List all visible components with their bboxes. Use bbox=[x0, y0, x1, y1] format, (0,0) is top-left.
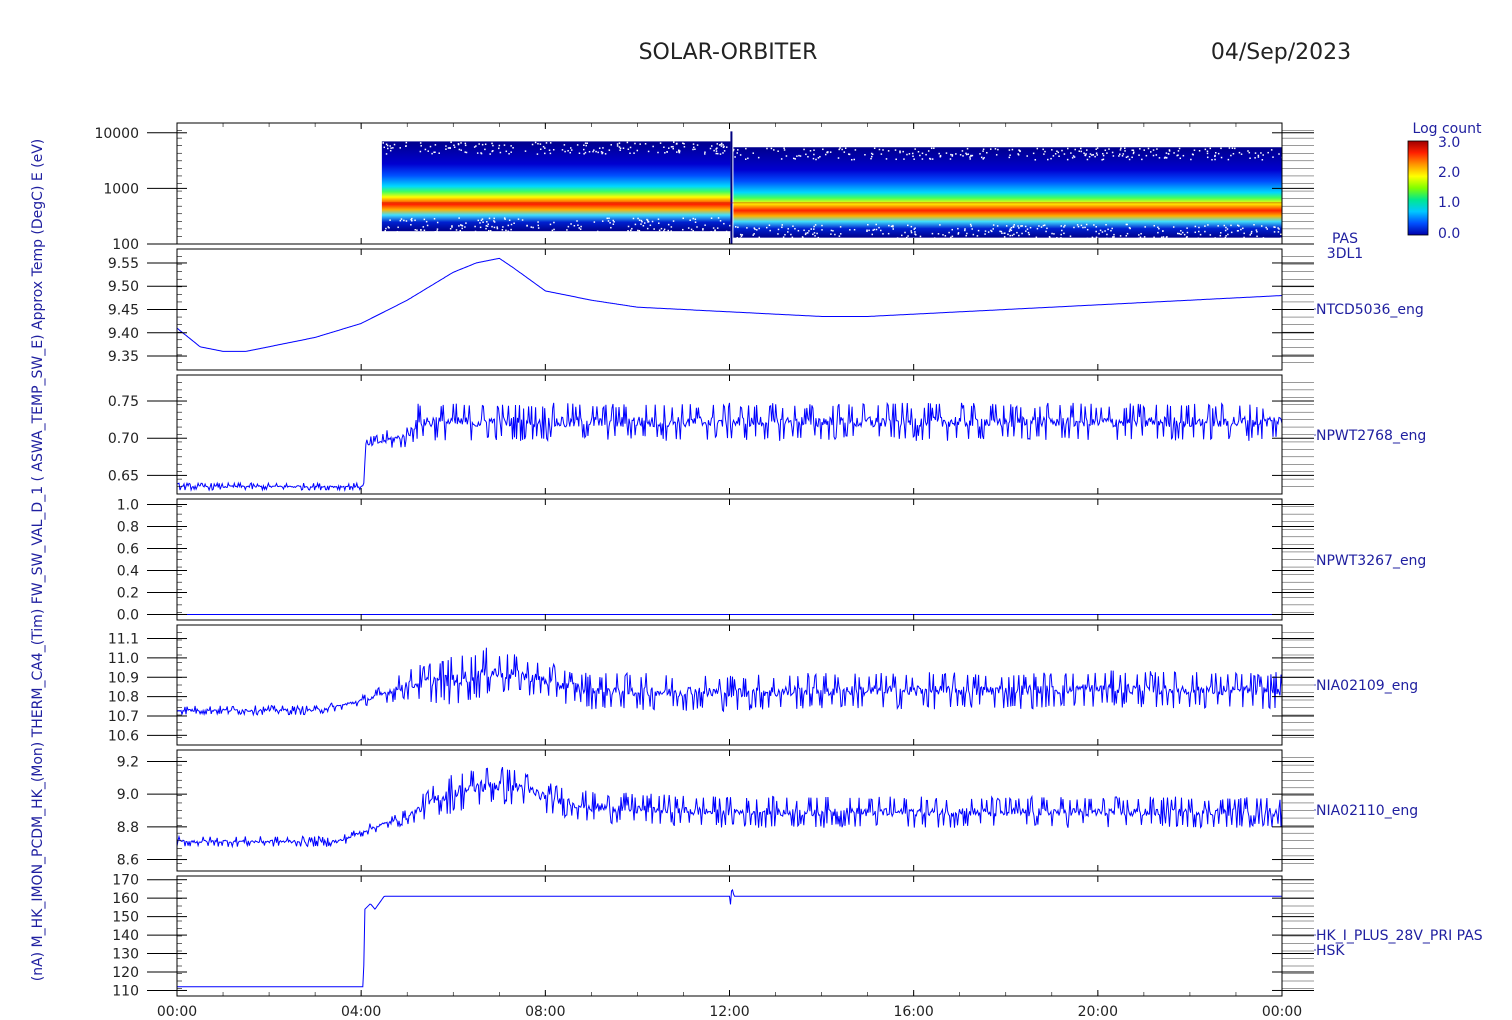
panel-1: 10000 1000 100 PAS3DL1 bbox=[94, 122, 1363, 262]
x-axis: 00:00 04:00 08:00 12:00 16:00 20:00 00:00 bbox=[157, 123, 1302, 1020]
y-tick-label: 100 bbox=[112, 237, 139, 253]
y-tick-label: 110 bbox=[112, 983, 139, 999]
series-line bbox=[176, 401, 1283, 493]
y-tick-label: 11.1 bbox=[108, 632, 139, 648]
series-line bbox=[177, 888, 1282, 988]
y-tick-label: 120 bbox=[112, 965, 139, 981]
spectrogram bbox=[381, 131, 1282, 244]
colorbar-tick: 2.0 bbox=[1438, 165, 1460, 181]
y-tick-label: 0.8 bbox=[117, 520, 139, 536]
panels: 10000 1000 100 PAS3DL1 9.55 9.50 9.45 9.40 9.35 N… bbox=[94, 122, 1483, 1000]
y-tick-label: 10.7 bbox=[108, 709, 139, 725]
spectrogram-block bbox=[733, 147, 1282, 238]
y-tick-label: 10.8 bbox=[108, 690, 139, 706]
date-title: 04/Sep/2023 bbox=[1211, 40, 1351, 65]
y-tick-label: 10.6 bbox=[108, 728, 139, 744]
colorbar-tick: 3.0 bbox=[1438, 135, 1460, 151]
panel-2: 9.55 9.50 9.45 9.40 9.35 NTCD5036_eng bbox=[108, 248, 1424, 371]
y-tick-label: 150 bbox=[112, 910, 139, 926]
y-tick-label: 170 bbox=[112, 873, 139, 889]
x-tick-label: 12:00 bbox=[709, 1004, 749, 1020]
y-tick-label: 0.4 bbox=[117, 564, 139, 580]
panel-label: NIA02109_eng bbox=[1316, 678, 1418, 694]
x-tick-label: 04:00 bbox=[341, 1004, 381, 1020]
series-line bbox=[176, 767, 1283, 849]
y-tick-label: 0.6 bbox=[117, 542, 139, 558]
y-tick-label: 160 bbox=[112, 891, 139, 907]
y-tick-label: 9.55 bbox=[108, 256, 139, 272]
x-tick-label: 00:00 bbox=[157, 1004, 197, 1020]
y-tick-label: 11.0 bbox=[108, 651, 139, 667]
y-tick-label: 9.2 bbox=[117, 754, 139, 770]
panel-label: NPWT3267_eng bbox=[1316, 553, 1426, 569]
y-tick-label: 0.70 bbox=[108, 431, 139, 447]
y-tick-label: 0.2 bbox=[117, 586, 139, 602]
panel-frame bbox=[176, 374, 1283, 495]
panel-frame bbox=[176, 624, 1283, 746]
panel-label: NIA02110_eng bbox=[1316, 803, 1418, 819]
colorbar-tick: 1.0 bbox=[1438, 195, 1460, 211]
panel-label: NPWT2768_eng bbox=[1316, 428, 1426, 444]
panel-frame bbox=[176, 248, 1283, 371]
colorbar-tick: 0.0 bbox=[1438, 226, 1460, 242]
x-tick-label: 16:00 bbox=[893, 1004, 933, 1020]
colorbar: Log count 3.0 2.0 1.0 0.0 bbox=[1407, 121, 1482, 242]
y-tick-label: 9.40 bbox=[108, 326, 139, 342]
colorbar-scale bbox=[1407, 140, 1429, 236]
panel-frame bbox=[176, 875, 1283, 997]
x-tick-label: 00:00 bbox=[1262, 1004, 1302, 1020]
y-tick-label: 1000 bbox=[103, 181, 139, 197]
panel-frame bbox=[176, 498, 1283, 621]
series-line bbox=[176, 257, 1283, 352]
y-tick-label: 9.0 bbox=[117, 787, 139, 803]
y-tick-label: 8.6 bbox=[117, 853, 139, 869]
y-tick-label: 10000 bbox=[94, 126, 139, 142]
y-tick-label: 9.50 bbox=[108, 279, 139, 295]
y-axis-title: (nA) M_HK_IMON_PCDM_HK_(Mon) THERM_CA4_(… bbox=[30, 139, 46, 982]
panel-label: NTCD5036_eng bbox=[1316, 302, 1424, 318]
panel-7: 170 160 150 140 130 120 110 HK_I_PLUS_28V_PRI P… bbox=[112, 873, 1483, 1000]
panel-label: 3DL1 bbox=[1327, 246, 1363, 262]
y-tick-label: 9.45 bbox=[108, 303, 139, 319]
solar-orbiter-summary-plot: SOLAR-ORBITER 04/Sep/2023 Log count 3.0 … bbox=[30, 40, 1483, 1020]
x-tick-label: 20:00 bbox=[1078, 1004, 1118, 1020]
y-tick-label: 0.75 bbox=[108, 394, 139, 410]
x-tick-label: 08:00 bbox=[525, 1004, 565, 1020]
panel-label: PAS bbox=[1332, 231, 1358, 247]
y-tick-label: 130 bbox=[112, 947, 139, 963]
y-tick-label: 0.65 bbox=[108, 468, 139, 484]
panel-4: 1.0 0.8 0.6 0.4 0.2 0.0 NPWT3267_eng bbox=[117, 498, 1427, 624]
panel-5: 11.1 11.0 10.9 10.8 10.7 10.6 NIA02109_eng bbox=[108, 624, 1418, 746]
series-line bbox=[176, 647, 1283, 717]
y-tick-label: 8.8 bbox=[117, 820, 139, 836]
panel-6: 9.2 9.0 8.8 8.6 NIA02110_eng bbox=[117, 749, 1418, 872]
panel-label: HK_I_PLUS_28V_PRI PAS bbox=[1316, 928, 1483, 944]
spectrogram-block bbox=[381, 141, 731, 232]
y-tick-label: 1.0 bbox=[117, 498, 139, 514]
y-tick-label: 0.0 bbox=[117, 608, 139, 624]
y-tick-label: 140 bbox=[112, 928, 139, 944]
mission-title: SOLAR-ORBITER bbox=[639, 40, 818, 65]
panel-3: 0.75 0.70 0.65 NPWT2768_eng bbox=[108, 374, 1426, 495]
panel-label: HSK bbox=[1316, 943, 1345, 959]
y-tick-label: 9.35 bbox=[108, 349, 139, 365]
y-tick-label: 10.9 bbox=[108, 670, 139, 686]
